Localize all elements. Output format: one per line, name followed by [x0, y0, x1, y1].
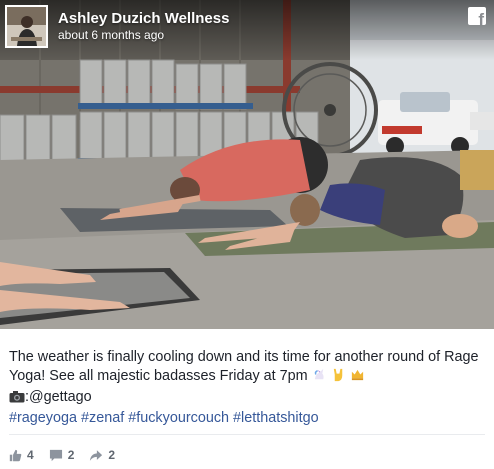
likes-stat[interactable]: 4 [9, 448, 34, 462]
page-name[interactable]: Ashley Duzich Wellness [58, 10, 229, 27]
caption-hashtags: #rageyoga #zenaf #fuckyourcouch #letthatshi… [9, 409, 485, 428]
hashtag-link[interactable]: #fuckyourcouch [128, 410, 229, 426]
hashtag-link[interactable]: #zenaf [81, 410, 124, 426]
facebook-glyph: f [478, 10, 484, 25]
likes-count: 4 [27, 448, 34, 462]
comment-icon [49, 449, 62, 461]
rock-on-hand-icon [331, 367, 346, 388]
caption-line-3: :@gettago [9, 388, 485, 409]
post-timestamp[interactable]: about 6 months ago [58, 28, 164, 42]
camera-credit: :@gettago [25, 389, 92, 405]
caption-line-1: The weather is finally cooling down and … [9, 349, 479, 365]
facebook-icon[interactable]: f [468, 7, 486, 25]
avatar-image [7, 7, 46, 46]
divider [9, 434, 485, 435]
hashtag-link[interactable]: #letthatshitgo [233, 410, 319, 426]
social-post-card: Ashley Duzich Wellness about 6 months ag… [0, 0, 494, 469]
unicorn-icon [312, 367, 327, 388]
caption-line-2: Yoga! See all majestic badasses Friday a… [9, 367, 485, 388]
post-header: Ashley Duzich Wellness about 6 months ag… [0, 0, 494, 60]
caption-line-2-text: Yoga! See all majestic badasses Friday a… [9, 368, 308, 384]
comments-stat[interactable]: 2 [49, 448, 75, 462]
shares-count: 2 [108, 448, 116, 462]
post-stats-bar: 4 2 2 [9, 446, 130, 464]
camera-icon [9, 390, 25, 409]
crown-icon [350, 367, 365, 388]
post-caption: The weather is finally cooling down and … [9, 348, 485, 428]
hashtag-link[interactable]: #rageyoga [9, 410, 77, 426]
shares-stat[interactable]: 2 [89, 448, 115, 462]
thumbs-up-icon [9, 449, 22, 461]
comments-count: 2 [67, 448, 75, 462]
page-avatar[interactable] [5, 5, 48, 48]
share-icon [90, 449, 103, 461]
